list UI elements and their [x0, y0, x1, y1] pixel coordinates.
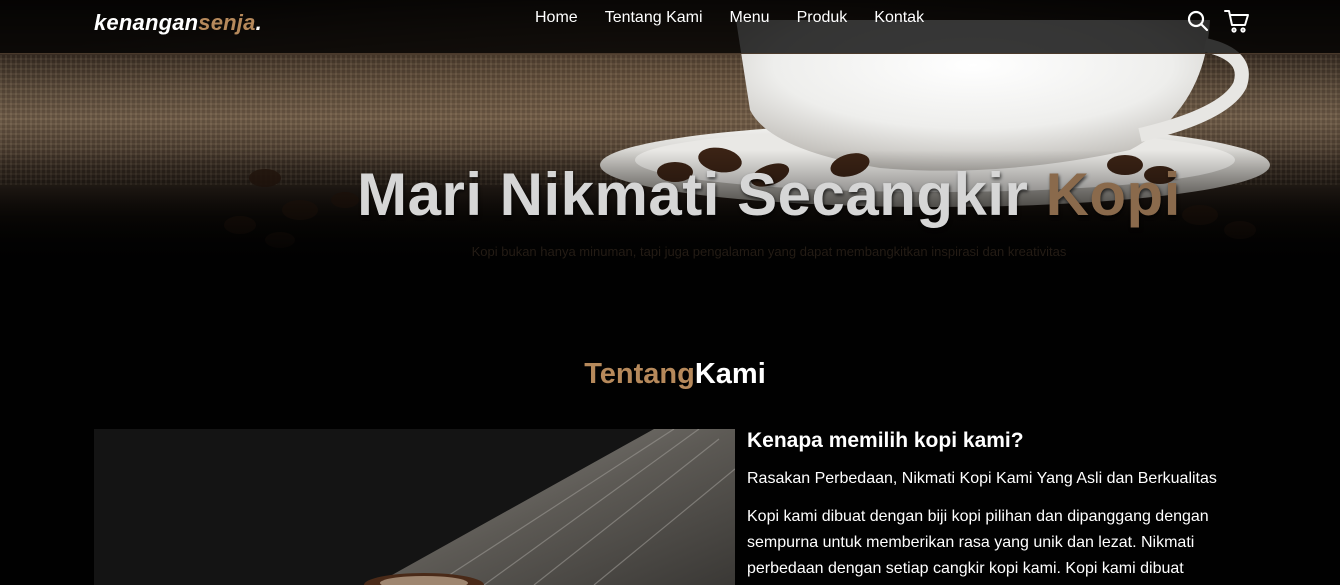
navbar: kenangansenja. Home Tentang Kami Menu Pr…: [0, 0, 1340, 54]
nav-link-home[interactable]: Home: [535, 9, 578, 27]
about-coffee-image: [94, 429, 735, 585]
hero-title-accent: Kopi: [1045, 161, 1181, 228]
nav-link-produk[interactable]: Produk: [797, 9, 848, 27]
about-content: Kenapa memilih kopi kami? Rasakan Perbed…: [747, 429, 1247, 582]
nav-icons: [1186, 9, 1249, 33]
hero-title-main: Mari Nikmati Secangkir: [357, 161, 1046, 228]
section-title-part-1: Tentang: [584, 358, 695, 390]
section-title-tentang-kami: TentangKami: [0, 358, 1340, 391]
hero-title: Mari Nikmati Secangkir Kopi: [0, 160, 1340, 229]
nav-link-menu[interactable]: Menu: [730, 9, 770, 27]
about-lead: Rasakan Perbedaan, Nikmati Kopi Kami Yan…: [747, 470, 1217, 487]
search-icon[interactable]: [1186, 9, 1210, 33]
shopping-cart-icon[interactable]: [1224, 9, 1249, 33]
brand-part-1: kenangan: [94, 10, 199, 35]
nav-link-tentang-kami[interactable]: Tentang Kami: [605, 9, 703, 27]
nav-link-kontak[interactable]: Kontak: [874, 9, 924, 27]
about-heading: Kenapa memilih kopi kami?: [747, 429, 1024, 452]
nav-links: Home Tentang Kami Menu Produk Kontak: [535, 9, 924, 27]
brand-logo[interactable]: kenangansenja.: [94, 10, 262, 36]
brand-part-3: .: [255, 10, 262, 35]
about-body: Kopi kami dibuat dengan biji kopi piliha…: [747, 508, 1209, 577]
hero-subtitle: Kopi bukan hanya minuman, tapi juga peng…: [471, 244, 1067, 259]
section-title-part-2: Kami: [694, 358, 766, 390]
brand-part-2: senja: [198, 10, 256, 35]
